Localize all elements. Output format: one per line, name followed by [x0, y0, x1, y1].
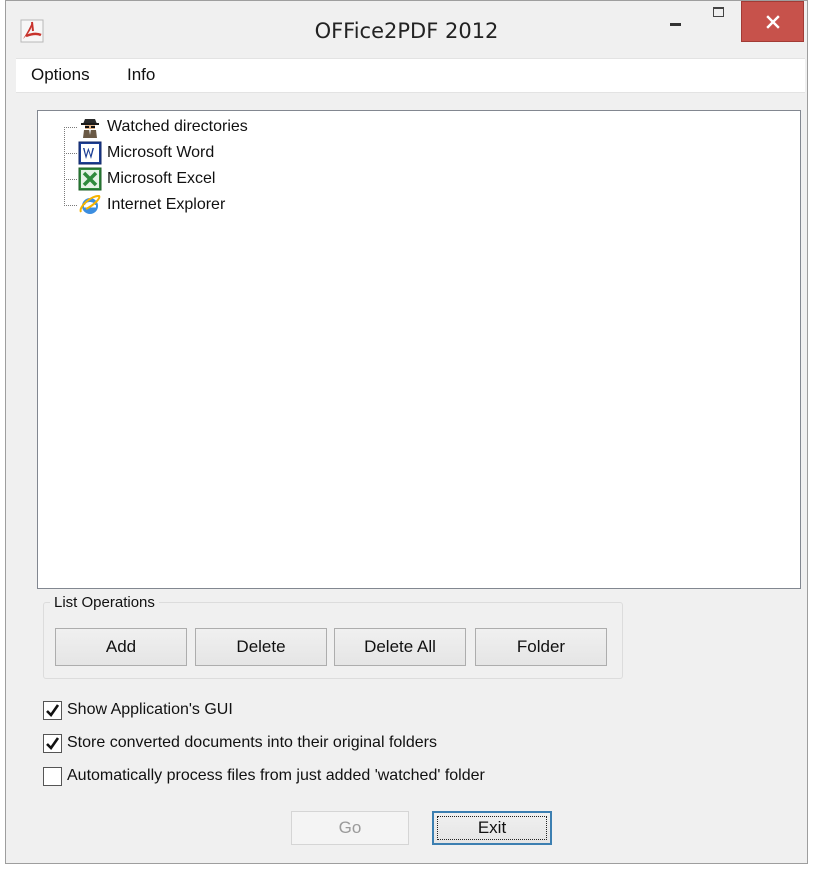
maximize-button[interactable]: [700, 1, 736, 41]
auto-process-option[interactable]: Automatically process files from just ad…: [43, 765, 485, 787]
auto-process-label: Automatically process files from just ad…: [67, 767, 485, 784]
focus-rectangle: [437, 816, 547, 840]
store-original-checkbox[interactable]: [43, 733, 62, 753]
close-icon: [765, 14, 780, 29]
tree-connector-line: [64, 205, 77, 206]
delete-button[interactable]: Delete: [195, 628, 327, 666]
tree-connector-line: [64, 179, 77, 180]
tree-item-label: Watched directories: [107, 118, 248, 135]
go-button[interactable]: Go: [291, 811, 409, 845]
maximize-icon: [712, 7, 724, 17]
tree-item-microsoft-word[interactable]: Microsoft Word: [78, 141, 214, 165]
delete-all-button[interactable]: Delete All: [334, 628, 466, 666]
tree-item-microsoft-excel[interactable]: Microsoft Excel: [78, 167, 215, 191]
add-button[interactable]: Add: [55, 628, 187, 666]
close-button[interactable]: [741, 1, 804, 42]
tree-item-label: Microsoft Excel: [107, 170, 216, 187]
menu-info[interactable]: Info: [127, 65, 155, 85]
word-icon: [78, 141, 102, 165]
menu-options[interactable]: Options: [31, 65, 90, 85]
checkmark-icon: [46, 703, 60, 717]
show-gui-label: Show Application's GUI: [67, 701, 233, 718]
title-bar[interactable]: OFFice2PDF 2012: [6, 1, 807, 58]
exit-button[interactable]: Exit: [432, 811, 552, 845]
checkmark-icon: [46, 736, 60, 750]
store-original-option[interactable]: Store converted documents into their ori…: [43, 732, 437, 754]
excel-icon: [78, 167, 102, 191]
folder-button[interactable]: Folder: [475, 628, 607, 666]
show-gui-option[interactable]: Show Application's GUI: [43, 699, 233, 721]
tree-item-internet-explorer[interactable]: Internet Explorer: [78, 193, 225, 217]
tree-connector-line: [64, 127, 65, 206]
minimize-button[interactable]: [650, 1, 700, 41]
menu-bar: Options Info: [16, 58, 805, 93]
tree-connector-line: [64, 153, 77, 154]
minimize-icon: [669, 22, 681, 26]
internet-explorer-icon: [79, 194, 101, 214]
auto-process-checkbox[interactable]: [43, 766, 62, 786]
store-original-label: Store converted documents into their ori…: [67, 734, 437, 751]
tree-connector-line: [64, 127, 77, 128]
tree-item-label: Internet Explorer: [107, 196, 226, 213]
tree-item-watched-directories[interactable]: Watched directories: [78, 115, 248, 139]
list-operations-legend: List Operations: [50, 594, 159, 611]
show-gui-checkbox[interactable]: [43, 700, 62, 720]
main-window: OFFice2PDF 2012 Options Info Watched dir…: [5, 0, 808, 864]
spy-agent-icon: [81, 119, 99, 138]
tree-item-label: Microsoft Word: [107, 144, 215, 161]
program-tree-view[interactable]: Watched directories Microsoft Word Micro…: [37, 110, 801, 589]
